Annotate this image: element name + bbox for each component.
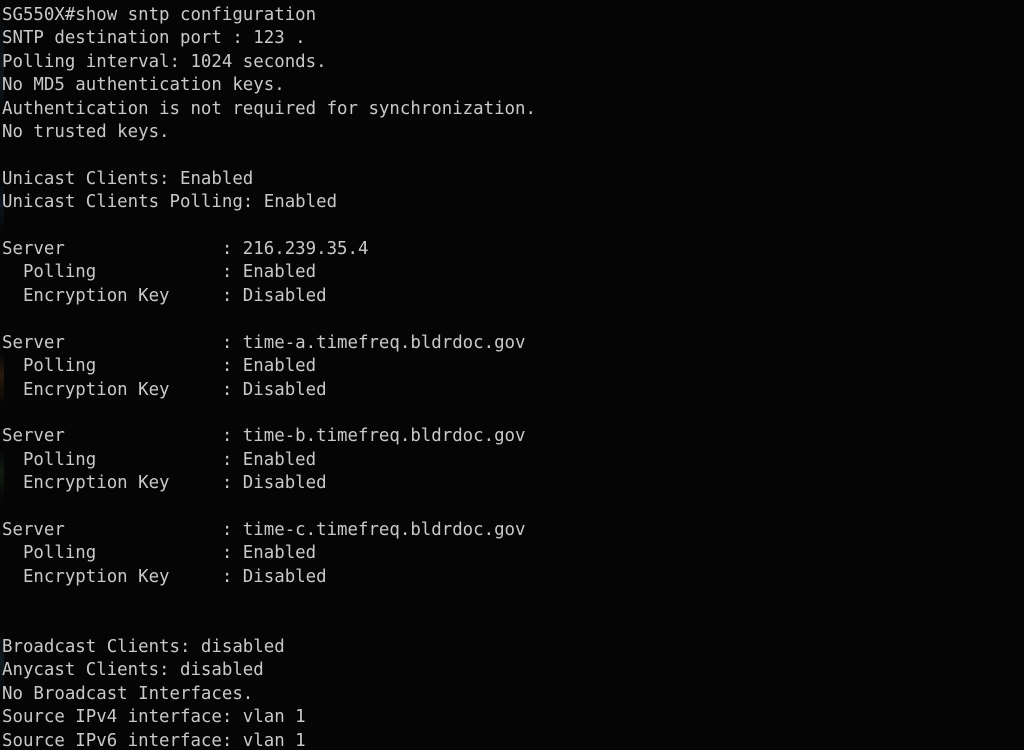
server-polling-line: Polling : Enabled [2,449,317,470]
sntp-md5-keys-line: No MD5 authentication keys. [2,75,285,96]
terminal-window[interactable]: SG550X#show sntp configuration SNTP dest… [0,0,1024,750]
server-encryption-key-line: Encryption Key : Disabled [2,379,327,400]
sntp-authentication-line: Authentication is not required for synch… [2,98,536,119]
unicast-clients-line: Unicast Clients: Enabled [2,168,254,189]
source-ipv4-interface-line: Source IPv4 interface: vlan 1 [2,707,306,728]
command-prompt-line: SG550X#show sntp configuration [2,5,317,25]
server-address-line: Server : time-b.timefreq.bldrdoc.gov [2,426,526,447]
server-encryption-key-line: Encryption Key : Disabled [2,566,327,587]
server-address-line: Server : 216.239.35.4 [2,239,369,260]
sntp-destination-port-line: SNTP destination port : 123 . [2,28,306,49]
server-address-line: Server : time-a.timefreq.bldrdoc.gov [2,332,526,353]
server-encryption-key-line: Encryption Key : Disabled [2,473,327,494]
server-polling-line: Polling : Enabled [2,262,317,283]
source-ipv6-interface-line: Source IPv6 interface: vlan 1 [2,730,306,750]
server-encryption-key-line: Encryption Key : Disabled [2,285,327,306]
server-address-line: Server : time-c.timefreq.bldrdoc.gov [2,519,526,540]
broadcast-interfaces-line: No Broadcast Interfaces. [2,683,254,704]
terminal-output: SG550X#show sntp configuration SNTP dest… [0,0,1024,750]
server-polling-line: Polling : Enabled [2,356,317,377]
server-polling-line: Polling : Enabled [2,543,317,564]
anycast-clients-line: Anycast Clients: disabled [2,660,264,681]
sntp-polling-interval-line: Polling interval: 1024 seconds. [2,51,327,72]
sntp-trusted-keys-line: No trusted keys. [2,122,170,143]
unicast-clients-polling-line: Unicast Clients Polling: Enabled [2,192,338,213]
broadcast-clients-line: Broadcast Clients: disabled [2,636,285,657]
